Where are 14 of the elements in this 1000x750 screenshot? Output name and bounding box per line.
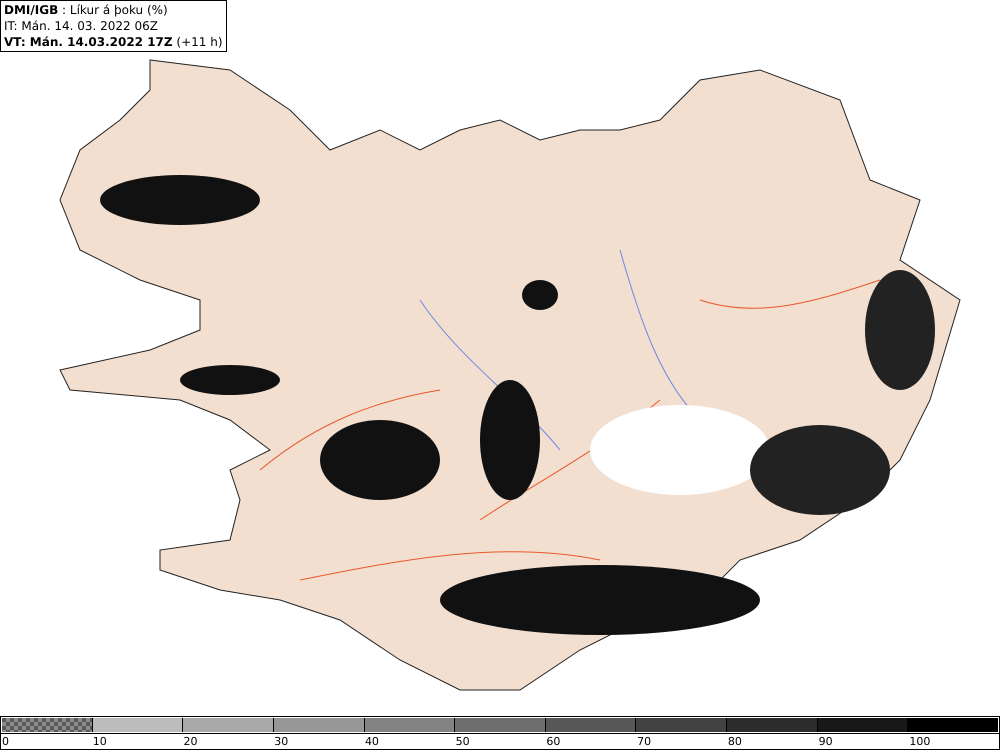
scale-label: 100 <box>908 734 932 749</box>
scale-label: 90 <box>818 734 834 749</box>
legend-text: VT: Mán. 14.03.2022 17Z (+11 h) <box>4 34 223 50</box>
scale-label: 30 <box>273 734 290 749</box>
legend-text: IT: Mán. 14. 03. 2022 06Z <box>4 18 159 34</box>
scale-label: 80 <box>726 734 743 749</box>
scale-label: 50 <box>454 734 471 749</box>
scale-label: 20 <box>182 734 198 749</box>
scale-label: 70 <box>636 734 652 749</box>
scale-label: 10 <box>92 734 108 749</box>
scale-label: 60 <box>545 734 562 749</box>
scale-label: 0 <box>1 734 10 749</box>
legend-text: DMI/IGB : Líkur á þoku (%) <box>4 2 169 18</box>
scale-label: 40 <box>364 734 380 749</box>
